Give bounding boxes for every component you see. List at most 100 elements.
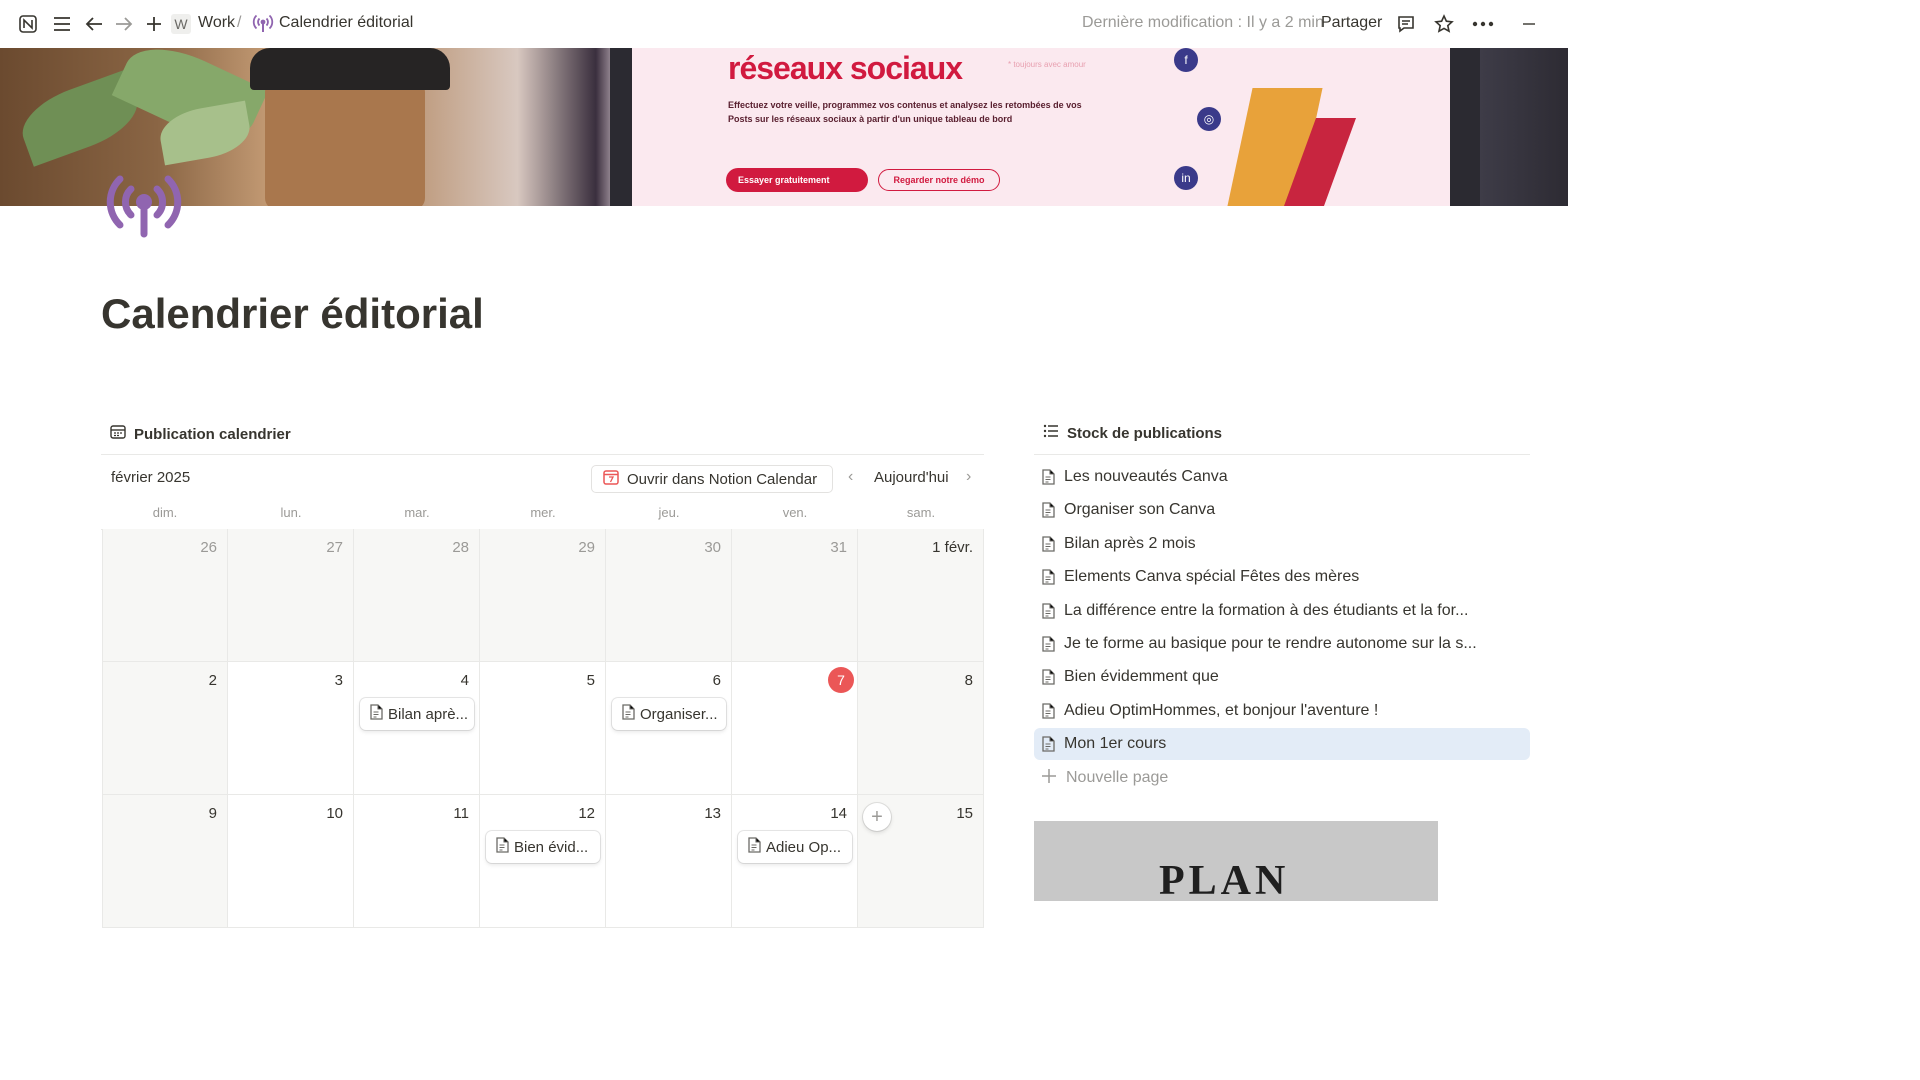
calendar-day-cell[interactable]: 26 [102, 529, 228, 662]
comment-icon[interactable] [1394, 12, 1418, 36]
list-item-title: Organiser son Canva [1064, 501, 1216, 519]
chevron-left-icon[interactable]: ‹ [848, 468, 853, 486]
list-item-title: Bien évidemment que [1064, 668, 1219, 686]
breadcrumb-page[interactable]: Calendrier éditorial [279, 14, 413, 32]
calendar-event-card[interactable]: Adieu Op... [738, 831, 852, 863]
calendar-day-cell[interactable]: 6 Organiser... [606, 662, 732, 795]
today-button[interactable]: Aujourd'hui [874, 469, 949, 486]
calendar-day-cell[interactable]: 11 [354, 795, 480, 928]
last-modified-text: Dernière modification : Il y a 2 min [1082, 14, 1324, 31]
list-item-title: Elements Canva spécial Fêtes des mères [1064, 568, 1360, 586]
page-title[interactable]: Calendrier éditorial [101, 290, 484, 338]
day-number: 27 [326, 539, 343, 556]
event-title: Organiser... [640, 705, 718, 723]
calendar-day-cell[interactable]: 4 Bilan aprè... [354, 662, 480, 795]
calendar-event-card[interactable]: Bilan aprè... [360, 698, 474, 730]
calendar-day-cell[interactable]: 13 [606, 795, 732, 928]
calendar-day-cell[interactable]: 2 [102, 662, 228, 795]
calendar-day-cell[interactable]: 3 [228, 662, 354, 795]
stock-view-tab[interactable]: Stock de publications [1043, 424, 1222, 442]
calendar-event-card[interactable]: Organiser... [612, 698, 726, 730]
broadcast-icon[interactable] [104, 172, 184, 242]
calendar-day-cell[interactable]: 14 Adieu Op... [732, 795, 858, 928]
workspace-avatar[interactable]: W [171, 14, 191, 34]
coffee-lid [250, 48, 450, 90]
top-bar: W Work / Calendrier éditorial Dernière m… [0, 0, 1568, 48]
list-item[interactable]: Bilan après 2 mois [1034, 528, 1530, 560]
list-item[interactable]: Organiser son Canva [1034, 494, 1530, 526]
calendar-day-cell[interactable]: 27 [228, 529, 354, 662]
list-item[interactable]: Adieu OptimHommes, et bonjour l'aventure… [1034, 695, 1530, 727]
list-item[interactable]: Elements Canva spécial Fêtes des mères [1034, 561, 1530, 593]
event-title: Bien évid... [514, 838, 589, 856]
day-number: 10 [326, 805, 343, 822]
day-number: 11 [453, 805, 469, 822]
more-icon[interactable] [1471, 12, 1495, 36]
day-number: 9 [208, 805, 217, 822]
forward-arrow-icon[interactable] [112, 12, 136, 36]
add-event-button[interactable]: + [863, 803, 891, 831]
plus-icon [1041, 768, 1057, 789]
event-title: Adieu Op... [766, 838, 842, 856]
calendar-day-cell[interactable]: 5 [480, 662, 606, 795]
breadcrumb-separator: / [237, 14, 242, 31]
day-number: 31 [830, 539, 847, 556]
coffee-cup [265, 80, 425, 206]
notion-logo-icon[interactable] [16, 12, 40, 36]
instagram-icon: ◎ [1197, 107, 1221, 131]
notion-calendar-icon [603, 469, 619, 489]
stock-view-title: Stock de publications [1067, 424, 1223, 442]
page-icon [1041, 602, 1055, 619]
day-number: 29 [578, 539, 595, 556]
list-item-title: Mon 1er cours [1064, 735, 1167, 753]
chevron-right-icon[interactable]: › [966, 468, 971, 486]
weekday-label: dim. [152, 505, 178, 520]
weekday-label: lun. [280, 505, 302, 520]
calendar-day-cell[interactable]: 29 [480, 529, 606, 662]
calendar-month: février 2025 [111, 469, 191, 486]
monitor-bezel-left [610, 48, 632, 206]
day-number: 2 [208, 672, 217, 689]
list-item-title: Je te forme au basique pour te rendre au… [1064, 635, 1477, 652]
day-number: 12 [578, 805, 595, 822]
calendar-day-cell[interactable]: 1 févr. [858, 529, 984, 662]
star-icon[interactable] [1432, 12, 1456, 36]
page-icon [495, 837, 509, 857]
list-item[interactable]: Les nouveautés Canva [1034, 461, 1530, 493]
page-icon [747, 837, 761, 857]
list-item[interactable]: Bien évidemment que [1034, 661, 1530, 693]
divider [1034, 454, 1530, 455]
list-item[interactable]: Mon 1er cours [1034, 728, 1530, 761]
open-notion-calendar-button[interactable]: Ouvrir dans Notion Calendar [591, 465, 833, 493]
calendar-view-tab[interactable]: Publication calendrier [110, 424, 291, 444]
breadcrumb-workspace[interactable]: Work [198, 14, 235, 32]
calendar-day-cell[interactable]: 30 [606, 529, 732, 662]
new-page-button[interactable]: Nouvelle page [1034, 762, 1530, 794]
share-button[interactable]: Partager [1321, 14, 1382, 32]
list-item[interactable]: Je te forme au basique pour te rendre au… [1034, 628, 1530, 660]
calendar-event-card[interactable]: Bien évid... [486, 831, 600, 863]
cover-description: Effectuez votre veille, programmez vos c… [728, 100, 1082, 124]
today-indicator: 7 [828, 667, 854, 693]
minimize-icon[interactable] [1517, 12, 1541, 36]
calendar-day-cell[interactable]: 10 [228, 795, 354, 928]
list-item[interactable]: La différence entre la formation à des é… [1034, 595, 1530, 627]
page-icon [1041, 536, 1055, 552]
page-icon [621, 704, 635, 724]
day-number: 1 févr. [932, 539, 973, 556]
calendar-day-cell[interactable]: 9 [102, 795, 228, 928]
image-block[interactable]: PLAN [1034, 821, 1438, 901]
calendar-day-cell[interactable]: 28 [354, 529, 480, 662]
calendar-day-cell[interactable]: 31 [732, 529, 858, 662]
calendar-day-cell[interactable]: 8 [858, 662, 984, 795]
calendar-day-cell[interactable]: 7 [732, 662, 858, 795]
plus-icon[interactable] [142, 12, 166, 36]
weekday-label: sam. [906, 505, 936, 520]
day-number: 4 [460, 672, 469, 689]
back-arrow-icon[interactable] [82, 12, 106, 36]
weekday-label: mar. [404, 505, 430, 520]
day-number: 28 [452, 539, 469, 556]
day-number: 8 [964, 672, 973, 689]
menu-icon[interactable] [50, 12, 74, 36]
calendar-day-cell[interactable]: 12 Bien évid... [480, 795, 606, 928]
